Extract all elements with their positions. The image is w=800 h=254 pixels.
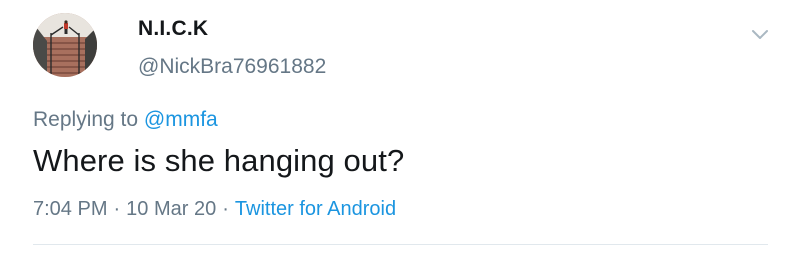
tweet-metadata: 7:04 PM · 10 Mar 20 · Twitter for Android <box>33 198 396 221</box>
meta-separator: · <box>113 198 121 220</box>
user-avatar[interactable] <box>33 13 97 77</box>
replying-to-line: Replying to @mmfa <box>33 108 218 132</box>
user-handle[interactable]: @NickBra76961882 <box>138 55 326 79</box>
meta-separator: · <box>222 198 229 220</box>
tweet-text: Where is she hanging out? <box>33 143 405 178</box>
tweet-date[interactable]: 10 Mar 20 <box>126 198 216 220</box>
user-display-name[interactable]: N.I.C.K <box>138 17 208 41</box>
tweet-source-link[interactable]: Twitter for Android <box>235 198 396 220</box>
chevron-down-icon[interactable] <box>748 22 772 46</box>
reply-mention-link[interactable]: @mmfa <box>144 108 218 131</box>
tweet-card[interactable]: N.I.C.K @NickBra76961882 Replying to @mm… <box>0 0 800 254</box>
divider <box>33 244 768 245</box>
replying-to-label: Replying to <box>33 108 139 131</box>
tweet-time[interactable]: 7:04 PM <box>33 198 107 220</box>
avatar-photo-icon <box>33 13 97 77</box>
